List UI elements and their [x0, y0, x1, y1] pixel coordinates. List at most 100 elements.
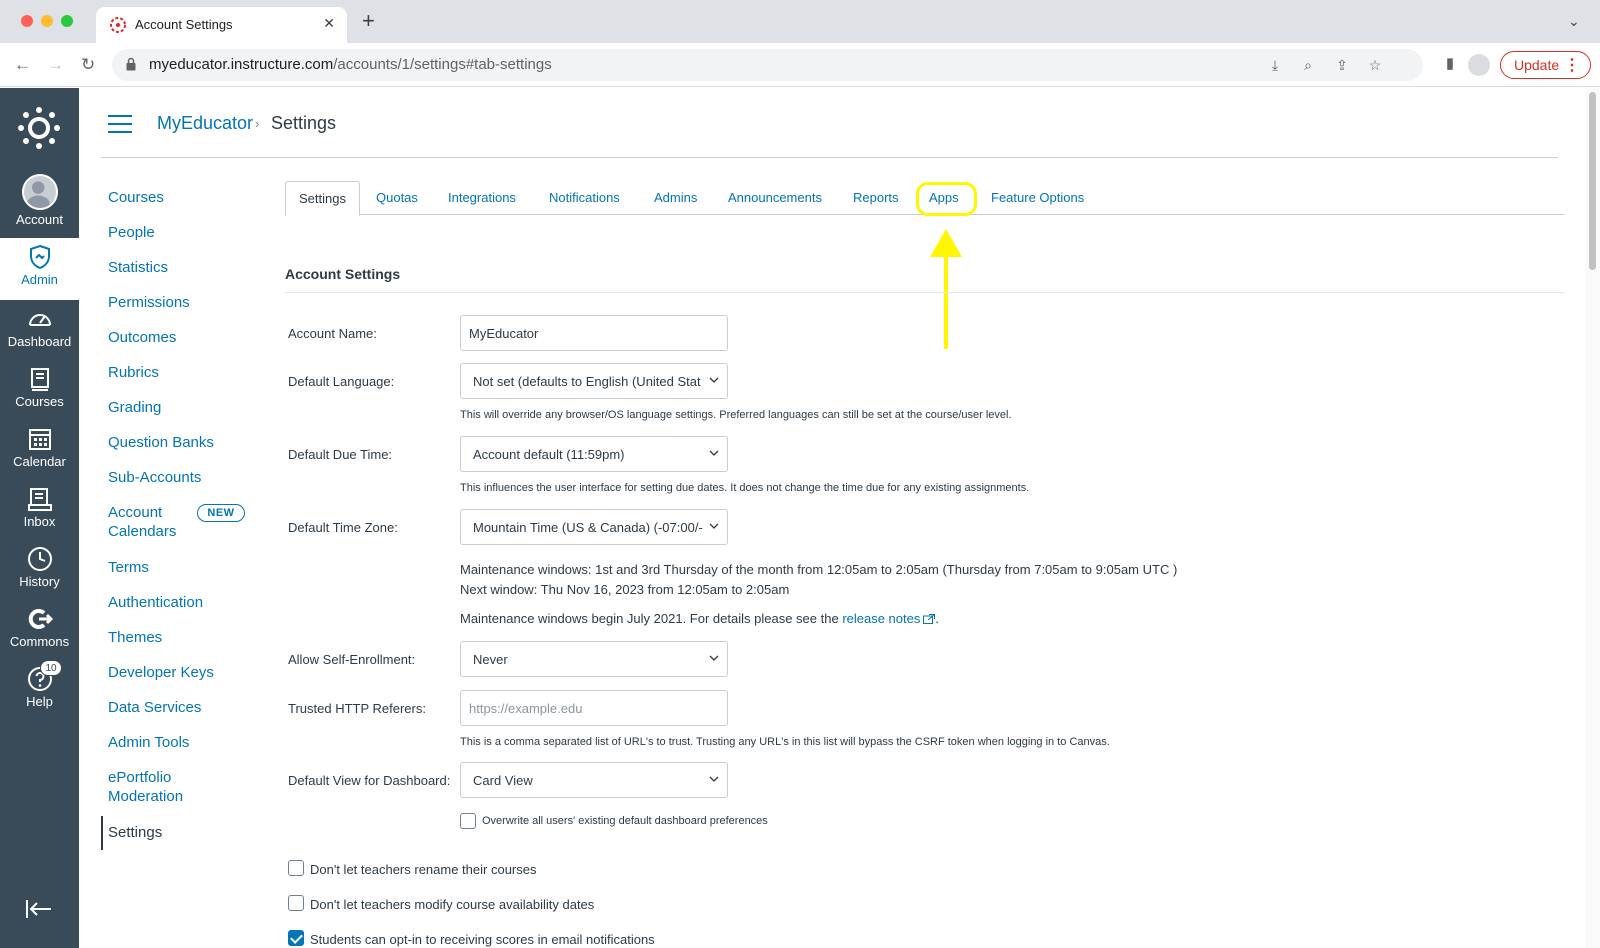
subnav-grading[interactable]: Grading	[108, 398, 161, 418]
address-bar[interactable]: myeducator.instructure.com/accounts/1/se…	[112, 49, 1423, 81]
subnav-people[interactable]: People	[108, 223, 155, 243]
global-nav-inbox[interactable]: Inbox	[0, 480, 79, 540]
chevron-down-icon	[709, 655, 719, 661]
trusted-referers-hint: This is a comma separated list of URL's …	[460, 736, 1110, 748]
global-nav-account[interactable]: Account	[0, 174, 79, 238]
reload-icon[interactable]: ↻	[81, 55, 95, 75]
tab-integrations[interactable]: Integrations	[435, 181, 529, 215]
tab-close-icon[interactable]: ✕	[323, 15, 335, 32]
subnav-themes[interactable]: Themes	[108, 628, 162, 648]
browser-tab[interactable]: Account Settings ✕	[96, 7, 347, 43]
subnav-developer-keys[interactable]: Developer Keys	[108, 663, 214, 683]
default-language-hint: This will override any browser/OS langua…	[460, 409, 1012, 421]
dashboard-view-label: Default View for Dashboard:	[288, 773, 451, 788]
rename-courses-checkbox[interactable]	[288, 860, 304, 876]
breadcrumb-myeducator[interactable]: MyEducator	[157, 113, 253, 134]
external-link-icon	[923, 614, 936, 624]
next-window-text: Next window: Thu Nov 16, 2023 from 12:05…	[460, 582, 790, 597]
subnav-permissions[interactable]: Permissions	[108, 293, 190, 313]
forward-arrow-icon[interactable]: →	[47, 55, 64, 75]
time-zone-select[interactable]: Mountain Time (US & Canada) (-07:00/-	[460, 509, 728, 545]
tab-announcements[interactable]: Announcements	[715, 181, 835, 215]
new-tab-icon[interactable]: +	[362, 10, 375, 32]
tab-admins[interactable]: Admins	[641, 181, 710, 215]
tab-feature-options[interactable]: Feature Options	[978, 181, 1097, 215]
due-time-value: Account default (11:59pm)	[473, 447, 625, 462]
subnav-sub-accounts[interactable]: Sub-Accounts	[108, 468, 201, 488]
due-time-hint: This influences the user interface for s…	[460, 482, 1030, 494]
calendar-icon	[28, 429, 51, 450]
update-label: Update	[1514, 57, 1560, 73]
tab-settings[interactable]: Settings	[285, 181, 360, 216]
release-notes-link[interactable]: release notes	[842, 611, 920, 626]
self-enrollment-select[interactable]: Never	[460, 641, 728, 677]
url-path: /accounts/1/settings#tab-settings	[333, 56, 552, 73]
hamburger-menu-icon[interactable]	[108, 115, 132, 133]
global-nav-label: Account	[16, 212, 63, 227]
due-time-select[interactable]: Account default (11:59pm)	[460, 436, 728, 472]
global-nav-help[interactable]: 10 Help	[0, 660, 79, 720]
dashboard-view-select[interactable]: Card View	[460, 762, 728, 798]
time-zone-value: Mountain Time (US & Canada) (-07:00/-	[473, 520, 703, 535]
subnav-account-calendars-line2[interactable]: Calendars	[108, 522, 176, 542]
section-divider	[285, 292, 1565, 293]
subnav-terms[interactable]: Terms	[108, 558, 149, 578]
window-minimize-button[interactable]	[41, 15, 53, 27]
subnav-data-services[interactable]: Data Services	[108, 698, 201, 718]
global-nav-admin[interactable]: Admin	[0, 238, 79, 300]
trusted-referers-input[interactable]: https://example.edu	[460, 690, 728, 726]
subnav-courses[interactable]: Courses	[108, 188, 164, 208]
subnav-admin-tools[interactable]: Admin Tools	[108, 733, 189, 753]
tab-quotas[interactable]: Quotas	[363, 181, 431, 215]
global-nav-commons[interactable]: Commons	[0, 600, 79, 660]
tab-search-chevron-icon[interactable]: ⌄	[1568, 13, 1580, 30]
email-scores-checkbox[interactable]	[288, 930, 304, 946]
global-nav-calendar[interactable]: Calendar	[0, 420, 79, 480]
canvas-logo-icon[interactable]	[17, 106, 61, 150]
window-zoom-button[interactable]	[61, 15, 73, 27]
subnav-settings[interactable]: Settings	[108, 823, 162, 843]
zoom-icon[interactable]: ⌕	[1300, 57, 1316, 73]
maintenance-begin-text: Maintenance windows begin July 2021. For…	[460, 611, 939, 626]
availability-dates-checkbox[interactable]	[288, 895, 304, 911]
back-arrow-icon[interactable]: ←	[14, 55, 31, 75]
browser-toolbar: ← → ↻ myeducator.instructure.com/account…	[0, 43, 1600, 87]
self-enrollment-label: Allow Self-Enrollment:	[288, 652, 416, 667]
subnav-rubrics[interactable]: Rubrics	[108, 363, 159, 383]
subnav-eportfolio-moderation-line2[interactable]: Moderation	[108, 787, 183, 807]
email-scores-label: Students can opt-in to receiving scores …	[310, 932, 655, 947]
tab-reports[interactable]: Reports	[840, 181, 912, 215]
subnav-outcomes[interactable]: Outcomes	[108, 328, 176, 348]
courses-book-icon	[30, 368, 49, 391]
global-nav-history[interactable]: History	[0, 540, 79, 600]
subnav-authentication[interactable]: Authentication	[108, 593, 203, 613]
subnav-statistics[interactable]: Statistics	[108, 258, 168, 278]
trusted-referers-label: Trusted HTTP Referers:	[288, 701, 426, 716]
maintenance-windows-text: Maintenance windows: 1st and 3rd Thursda…	[460, 562, 1178, 577]
canvas-favicon-icon	[110, 17, 126, 33]
side-panel-icon[interactable]: ▮	[1441, 55, 1459, 73]
global-nav-label: Inbox	[23, 514, 56, 529]
dashboard-gauge-icon	[28, 314, 51, 326]
overwrite-dashboard-checkbox[interactable]	[460, 813, 476, 829]
page-scrollbar-thumb[interactable]	[1589, 92, 1596, 270]
default-language-select[interactable]: Not set (defaults to English (United Sta…	[460, 363, 728, 399]
global-nav-dashboard[interactable]: Dashboard	[0, 300, 79, 360]
subnav-eportfolio-moderation-line1[interactable]: ePortfolio	[108, 768, 171, 788]
global-nav-label: History	[19, 574, 60, 589]
install-app-icon[interactable]: ⤓	[1267, 57, 1283, 73]
share-icon[interactable]: ⇪	[1334, 57, 1350, 73]
breadcrumb-current: Settings	[271, 113, 337, 133]
update-button[interactable]: Update ⋮	[1500, 51, 1591, 79]
tab-notifications[interactable]: Notifications	[536, 181, 633, 215]
subnav-account-calendars-line1[interactable]: Account	[108, 503, 162, 523]
subnav-question-banks[interactable]: Question Banks	[108, 433, 214, 453]
window-close-button[interactable]	[21, 15, 33, 27]
global-nav-label: Commons	[9, 634, 70, 649]
global-nav-courses[interactable]: Courses	[0, 360, 79, 420]
collapse-nav-icon[interactable]	[25, 898, 53, 920]
rename-courses-label: Don't let teachers rename their courses	[310, 862, 537, 877]
profile-avatar-icon[interactable]	[1468, 54, 1490, 76]
bookmark-star-icon[interactable]: ☆	[1367, 57, 1383, 73]
account-name-input[interactable]: MyEducator	[460, 315, 728, 351]
